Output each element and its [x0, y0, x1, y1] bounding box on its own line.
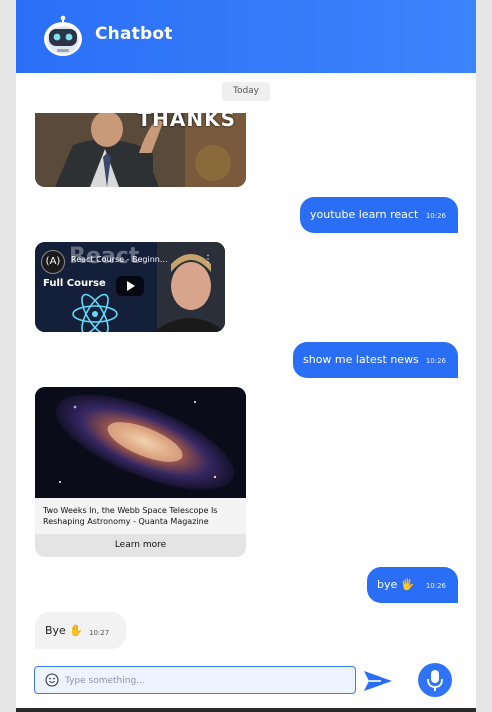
- news-card: Two Weeks In, the Webb Space Telescope I…: [35, 387, 246, 557]
- send-icon[interactable]: [363, 669, 393, 693]
- date-divider: Today: [222, 82, 270, 101]
- user-message: show me latest news 10:26: [293, 342, 458, 378]
- message-time: 10:26: [425, 357, 446, 365]
- learn-more-button[interactable]: Learn more: [35, 534, 246, 557]
- microphone-icon: [427, 670, 443, 691]
- message-text: Bye ✋: [45, 624, 84, 637]
- bottom-edge: [16, 708, 476, 712]
- message-text: bye 🖐️: [377, 578, 415, 591]
- channel-icon: (A): [41, 250, 65, 274]
- bot-message: Bye ✋ 10:27: [35, 612, 126, 649]
- message-time: 10:26: [425, 582, 446, 590]
- chatbot-window: Chatbot Today THANKS youtube learn react…: [16, 0, 476, 712]
- video-thumbnail-subtitle: Full Course: [43, 278, 106, 289]
- meme-caption: THANKS: [137, 113, 236, 131]
- robot-avatar-icon: [44, 15, 82, 56]
- microphone-button[interactable]: [418, 663, 452, 697]
- message-time: 10:26: [425, 212, 446, 220]
- thanks-gif-image: THANKS: [35, 113, 246, 187]
- emoji-icon[interactable]: [45, 673, 59, 687]
- message-time: 10:27: [89, 629, 110, 637]
- chat-messages[interactable]: Today THANKS youtube learn react 10:26 R…: [16, 73, 476, 657]
- message-input[interactable]: [63, 672, 347, 690]
- user-message: youtube learn react 10:26: [300, 197, 458, 233]
- video-title: React Course - Beginn...: [71, 255, 168, 264]
- youtube-video-embed[interactable]: React Full Course (A) React Course - Beg…: [35, 242, 225, 332]
- play-icon: [127, 281, 135, 291]
- news-headline: Two Weeks In, the Webb Space Telescope I…: [43, 506, 218, 526]
- message-text: youtube learn react: [310, 208, 419, 221]
- play-button[interactable]: [116, 276, 144, 296]
- message-composer: [34, 666, 356, 694]
- header-title: Chatbot: [95, 24, 173, 44]
- video-menu-icon[interactable]: ⋮: [203, 254, 213, 265]
- user-message: bye 🖐️ 10:26: [367, 567, 458, 603]
- chat-header: Chatbot: [16, 0, 476, 73]
- message-text: show me latest news: [303, 353, 419, 366]
- news-image: [35, 387, 246, 498]
